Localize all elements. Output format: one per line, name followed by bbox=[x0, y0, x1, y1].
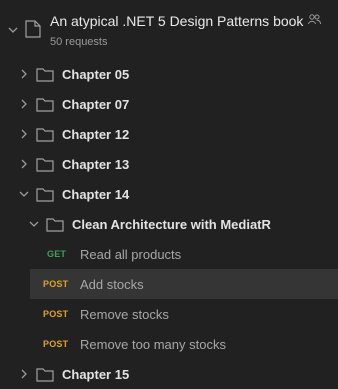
folder-label: Chapter 15 bbox=[62, 366, 130, 382]
request-row-selected[interactable]: POST Add stocks bbox=[30, 269, 338, 299]
folder-label: Chapter 14 bbox=[62, 186, 130, 202]
collection-icon bbox=[25, 20, 41, 43]
folder-icon bbox=[36, 67, 54, 82]
request-method-badge: GET bbox=[47, 249, 67, 259]
folder-icon bbox=[36, 157, 54, 172]
request-row[interactable]: POST Remove stocks bbox=[0, 299, 338, 329]
request-row[interactable]: POST Remove too many stocks bbox=[0, 329, 338, 359]
folder-label: Chapter 12 bbox=[62, 126, 130, 142]
folder-row-expanded[interactable]: Chapter 14 bbox=[0, 179, 338, 209]
folder-icon bbox=[36, 187, 54, 202]
chevron-down-icon[interactable] bbox=[18, 188, 30, 200]
folder-row[interactable]: Chapter 05 bbox=[0, 59, 338, 89]
request-method-badge: POST bbox=[43, 279, 69, 289]
chevron-down-icon[interactable] bbox=[7, 24, 19, 36]
folder-row[interactable]: Chapter 15 bbox=[0, 359, 338, 389]
subfolder-label: Clean Architecture with MediatR bbox=[72, 216, 271, 232]
request-label: Remove too many stocks bbox=[80, 336, 226, 352]
people-icon bbox=[308, 12, 322, 30]
folder-label: Chapter 05 bbox=[62, 66, 130, 82]
folder-icon bbox=[36, 127, 54, 142]
collection-request-count: 50 requests bbox=[50, 36, 108, 48]
request-label: Read all products bbox=[80, 246, 182, 262]
chevron-right-icon[interactable] bbox=[18, 68, 30, 80]
chevron-down-icon[interactable] bbox=[28, 218, 40, 230]
chevron-right-icon[interactable] bbox=[18, 128, 30, 140]
folder-label: Chapter 07 bbox=[62, 96, 130, 112]
chevron-right-icon[interactable] bbox=[18, 368, 30, 380]
folder-row[interactable]: Chapter 13 bbox=[0, 149, 338, 179]
request-row[interactable]: GET Read all products bbox=[0, 239, 338, 269]
folder-icon bbox=[36, 367, 54, 382]
request-label: Remove stocks bbox=[80, 306, 169, 322]
folder-row[interactable]: Chapter 12 bbox=[0, 119, 338, 149]
request-method-badge: POST bbox=[43, 309, 69, 319]
folder-label: Chapter 13 bbox=[62, 156, 130, 172]
collection-title: An atypical .NET 5 Design Patterns book bbox=[50, 13, 304, 29]
folder-icon bbox=[46, 217, 64, 232]
collection-header[interactable]: An atypical .NET 5 Design Patterns book … bbox=[0, 8, 338, 52]
chevron-right-icon[interactable] bbox=[18, 98, 30, 110]
request-label: Add stocks bbox=[80, 276, 144, 292]
chevron-right-icon[interactable] bbox=[18, 158, 30, 170]
request-method-badge: POST bbox=[43, 339, 69, 349]
folder-icon bbox=[36, 97, 54, 112]
subfolder-row[interactable]: Clean Architecture with MediatR bbox=[0, 209, 338, 239]
folder-row[interactable]: Chapter 07 bbox=[0, 89, 338, 119]
